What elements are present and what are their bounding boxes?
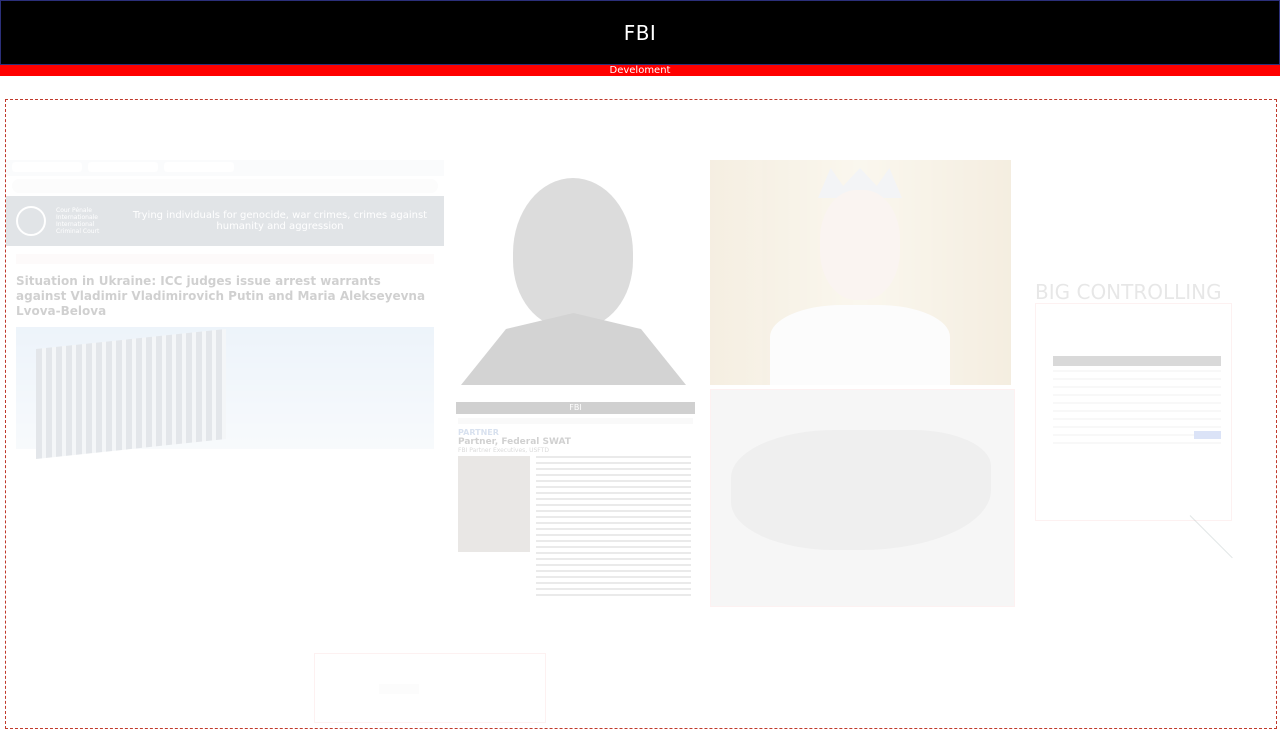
- bottom-card-label: [379, 684, 419, 694]
- page-title: FBI: [623, 20, 657, 45]
- screenshot-header-bar: [1053, 356, 1221, 366]
- development-banner: Develoment: [0, 65, 1280, 76]
- portrait-man-image[interactable]: [461, 160, 686, 385]
- icc-seal-icon: [16, 206, 46, 236]
- browser-tabs: [6, 160, 444, 176]
- fbi-card-tabs: [458, 418, 693, 424]
- portrait-face: [820, 190, 900, 300]
- icc-site-header: Cour Pénale Internationale International…: [6, 196, 444, 246]
- icc-nav-bar: [16, 254, 434, 264]
- fbi-card-subtitle: FBI Partner Executives, USFTD: [458, 447, 549, 454]
- section-title-big-controlling: BIG CONTROLLING: [1035, 280, 1222, 304]
- map-landmass: [731, 430, 991, 550]
- portrait-queen-image[interactable]: [710, 160, 1011, 385]
- map-image[interactable]: [710, 389, 1015, 607]
- fbi-card-photo: [458, 456, 530, 552]
- portrait-dress: [770, 305, 950, 385]
- fbi-card-bar: FBI: [456, 402, 695, 414]
- icc-tagline: Trying individuals for genocide, war cri…: [132, 210, 428, 232]
- fbi-card-body-text: [536, 456, 691, 596]
- browser-address-bar: [12, 179, 438, 193]
- bottom-card[interactable]: [314, 653, 546, 723]
- portrait-face: [513, 178, 633, 328]
- portrait-suit: [461, 313, 686, 385]
- fbi-card-kicker: PARTNER: [458, 428, 499, 437]
- icc-building-photo: [16, 327, 434, 459]
- icc-screenshot-card[interactable]: Cour Pénale Internationale International…: [6, 160, 444, 494]
- screenshot-button: [1194, 431, 1221, 439]
- fbi-partner-card[interactable]: FBI PARTNER Partner, Federal SWAT FBI Pa…: [456, 402, 695, 602]
- icc-headline: Situation in Ukraine: ICC judges issue a…: [16, 274, 426, 318]
- login-screenshot-card[interactable]: [1035, 303, 1232, 521]
- top-header-bar: FBI: [0, 0, 1280, 65]
- fbi-card-name: Partner, Federal SWAT: [458, 437, 571, 447]
- icc-logo-text: Cour Pénale Internationale International…: [56, 207, 100, 235]
